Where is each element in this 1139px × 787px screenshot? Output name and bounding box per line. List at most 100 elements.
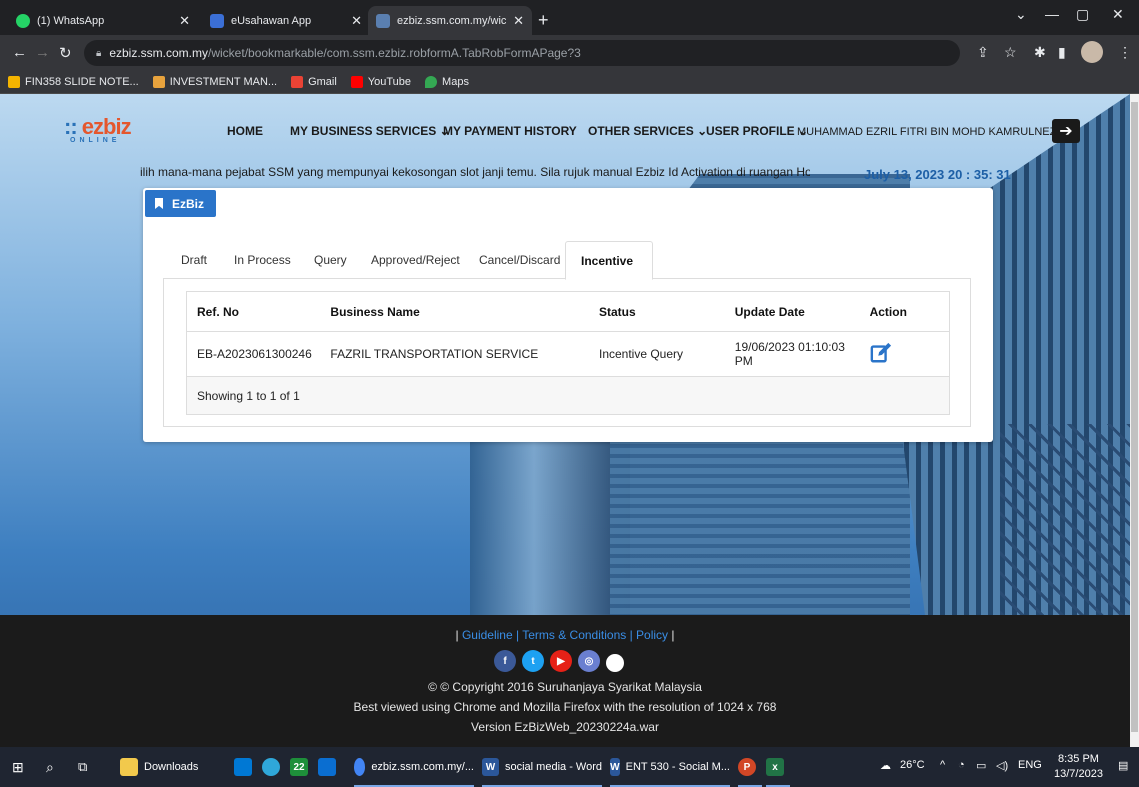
language-indicator[interactable]: ENG: [1018, 759, 1042, 771]
footer-copyright: © © Copyright 2016 Suruhanjaya Syarikat …: [428, 680, 702, 694]
logo-text: ezbiz: [81, 114, 132, 139]
close-window-button[interactable]: ✕: [1112, 6, 1124, 23]
bookmark-item[interactable]: Gmail: [291, 76, 337, 88]
eusahawan-icon: [210, 13, 224, 28]
browser-tab-whatsapp[interactable]: (1) WhatsApp ✕: [8, 6, 198, 35]
volume-icon[interactable]: ◁): [996, 759, 1008, 772]
star-icon[interactable]: ☆: [1004, 44, 1017, 61]
weather-icon[interactable]: ☁: [880, 759, 891, 772]
windows-start-icon[interactable]: ⊞: [12, 755, 24, 779]
word-icon: W: [610, 758, 620, 776]
taskbar-chrome[interactable]: ezbiz.ssm.com.my/...: [354, 755, 474, 787]
forward-arrow-icon[interactable]: →: [35, 44, 50, 61]
weather-temp[interactable]: 26°C: [900, 759, 925, 771]
tab-query[interactable]: Query: [299, 241, 362, 279]
guideline-link[interactable]: Guideline: [462, 628, 513, 642]
new-tab-button[interactable]: +: [538, 10, 549, 31]
chevron-down-icon[interactable]: ⌄: [1015, 6, 1027, 23]
menu-kebab-icon[interactable]: ⋮: [1118, 44, 1132, 61]
clock-date: 13/7/2023: [1054, 768, 1103, 780]
ezbiz-logo[interactable]: :: ezbiz ONLINE: [64, 114, 132, 144]
taskbar-downloads[interactable]: Downloads: [120, 755, 198, 779]
footer-separator: |: [668, 628, 675, 642]
policy-link[interactable]: | Policy: [626, 628, 668, 642]
browser-tab-ezbiz[interactable]: ezbiz.ssm.com.my/wicket/bookm ✕: [368, 6, 532, 35]
nav-other-services[interactable]: OTHER SERVICES ⌄: [588, 124, 707, 138]
twitter-icon[interactable]: t: [522, 650, 544, 672]
url-input[interactable]: 🔒︎ ezbiz.ssm.com.my/wicket/bookmarkable/…: [84, 40, 960, 66]
youtube-icon[interactable]: ▶: [550, 650, 572, 672]
page-scrollbar[interactable]: [1130, 94, 1139, 747]
nav-home[interactable]: HOME: [227, 124, 263, 138]
taskbar-word-social-media[interactable]: Wsocial media - Word: [482, 755, 602, 787]
status-cell: Incentive Query: [588, 331, 725, 377]
scrollbar-thumb[interactable]: [1131, 102, 1138, 732]
close-icon[interactable]: ✕: [513, 13, 524, 29]
reload-icon[interactable]: ↻: [59, 44, 72, 62]
taskbar-mail[interactable]: [318, 755, 342, 779]
store-icon: [234, 758, 252, 776]
extensions-icon[interactable]: ✱: [1034, 44, 1046, 61]
minimize-button[interactable]: —: [1045, 6, 1059, 22]
notification-icon[interactable]: ▤: [1118, 759, 1128, 772]
tab-title: eUsahawan App: [231, 14, 312, 27]
url-path: /wicket/bookmarkable/com.ssm.ezbiz.robfo…: [208, 46, 581, 60]
social-links: f t ▶ ◎: [494, 650, 624, 672]
incentive-table: Ref. No Business Name Status Update Date…: [186, 291, 950, 415]
close-icon[interactable]: ✕: [351, 13, 362, 29]
tab-approved-reject[interactable]: Approved/Reject: [356, 241, 475, 279]
clock[interactable]: 8:35 PM 13/7/2023: [1054, 752, 1103, 782]
bookmark-item[interactable]: FIN358 SLIDE NOTE...: [8, 76, 139, 88]
ref-no-cell: EB-A2023061300246: [186, 331, 321, 377]
column-header: Status: [588, 291, 725, 332]
search-icon[interactable]: ⌕: [46, 755, 54, 779]
sidepanel-icon[interactable]: ▮: [1058, 44, 1066, 61]
powerpoint-icon: P: [738, 758, 756, 776]
nav-my-business-services[interactable]: MY BUSINESS SERVICES ⌄: [290, 124, 450, 138]
taskbar-label: social media - Word: [505, 761, 602, 773]
tray-chevron-up-icon[interactable]: ^: [940, 759, 945, 771]
bookmark-icon: [152, 76, 165, 88]
tab-draft[interactable]: Draft: [166, 241, 222, 279]
gmail-icon: [291, 76, 304, 88]
facebook-icon[interactable]: f: [494, 650, 516, 672]
nav-label: OTHER SERVICES: [588, 124, 694, 138]
business-name-cell: FAZRIL TRANSPORTATION SERVICE: [320, 331, 589, 377]
network-icon[interactable]: ◔: [958, 759, 965, 771]
back-arrow-icon[interactable]: ←: [12, 44, 27, 61]
profile-avatar[interactable]: [1081, 41, 1103, 63]
tab-incentive[interactable]: Incentive: [565, 241, 653, 280]
battery-icon[interactable]: ▭: [976, 759, 986, 772]
footer-version: Version EzBizWeb_20230224a.war: [471, 720, 659, 734]
nav-user-profile[interactable]: USER PROFILE ⌄: [706, 124, 808, 138]
taskbar-powerpoint[interactable]: P: [738, 755, 762, 787]
nav-label: USER PROFILE: [706, 124, 795, 138]
nav-my-payment-history[interactable]: MY PAYMENT HISTORY: [443, 124, 577, 138]
logout-button[interactable]: ➔: [1052, 119, 1080, 143]
status-tabs: Draft In Process Query Approved/Reject C…: [163, 241, 971, 280]
taskbar-edge[interactable]: [262, 755, 286, 779]
terms-link[interactable]: | Terms & Conditions: [513, 628, 626, 642]
bookmark-item[interactable]: YouTube: [350, 76, 411, 88]
bookmark-item[interactable]: Maps: [425, 76, 469, 88]
tab-cancel-discard[interactable]: Cancel/Discard: [464, 241, 575, 279]
bookmark-item[interactable]: INVESTMENT MAN...: [152, 76, 277, 88]
taskbar-excel[interactable]: x: [766, 755, 790, 787]
edit-icon[interactable]: [870, 342, 892, 364]
edge-icon: [262, 758, 280, 776]
task-view-icon[interactable]: ⧉: [78, 755, 87, 779]
share-icon[interactable]: ⇪: [977, 44, 989, 61]
nav-label: MY BUSINESS SERVICES: [290, 124, 437, 138]
mail-icon: [318, 758, 336, 776]
card-badge: EzBiz: [145, 190, 217, 217]
taskbar-calendar-app[interactable]: 22: [290, 755, 314, 779]
close-icon[interactable]: ✕: [179, 13, 190, 29]
browser-tab-eusahawan[interactable]: eUsahawan App ✕: [202, 6, 370, 35]
user-name: MUHAMMAD EZRIL FITRI BIN MOHD KAMRULNEZA…: [797, 126, 1073, 138]
taskbar-store[interactable]: [234, 755, 258, 779]
extra-social-icon[interactable]: [606, 654, 624, 672]
tab-in-process[interactable]: In Process: [219, 241, 306, 279]
maximize-button[interactable]: ▢: [1076, 6, 1089, 23]
taskbar-word-ent530[interactable]: W ENT 530 - Social M...: [610, 755, 730, 787]
instagram-icon[interactable]: ◎: [578, 650, 600, 672]
